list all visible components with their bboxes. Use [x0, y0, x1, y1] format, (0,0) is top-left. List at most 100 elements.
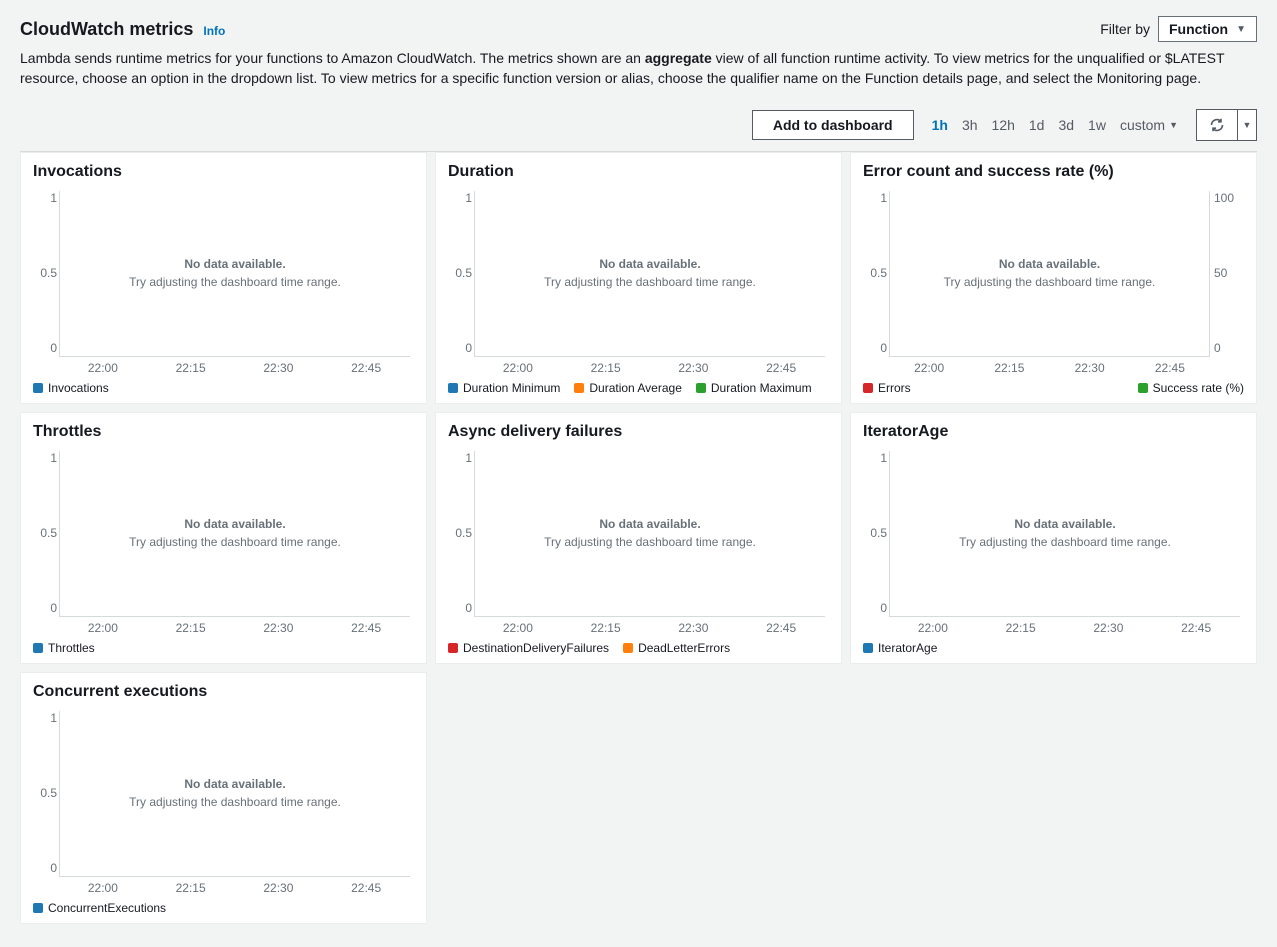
y-tick: 1: [880, 191, 887, 205]
chart-plot: 10.50No data available.Try adjusting the…: [448, 185, 829, 379]
x-tick: 22:00: [918, 621, 948, 635]
chevron-down-icon: ▼: [1169, 120, 1178, 130]
legend-swatch: [33, 643, 43, 653]
chart-title: Throttles: [33, 423, 414, 441]
chart-plot: 10.50100500No data available.Try adjusti…: [863, 185, 1244, 379]
legend-label: Duration Minimum: [463, 381, 560, 395]
chart-plot: 10.50No data available.Try adjusting the…: [33, 185, 414, 379]
no-data-title: No data available.: [599, 517, 700, 531]
legend-swatch: [448, 383, 458, 393]
x-tick: 22:30: [1093, 621, 1123, 635]
time-range-picker: 1h 3h 12h 1d 3d 1w custom▼: [932, 117, 1178, 133]
no-data-title: No data available.: [999, 257, 1100, 271]
x-tick: 22:30: [678, 361, 708, 375]
x-tick: 22:45: [1181, 621, 1211, 635]
filter-by-value: Function: [1169, 21, 1228, 37]
chart-plot: 10.50No data available.Try adjusting the…: [33, 705, 414, 899]
chart-title: IteratorAge: [863, 423, 1244, 441]
refresh-button-group: ▼: [1196, 109, 1257, 141]
time-range-custom[interactable]: custom▼: [1120, 117, 1178, 133]
y-tick: 0.5: [40, 526, 57, 540]
legend-item: Duration Minimum: [448, 381, 560, 395]
chart-plot: 10.50No data available.Try adjusting the…: [33, 445, 414, 639]
chart-card: Invocations 10.50No data available.Try ad…: [20, 152, 427, 404]
chart-card: Concurrent executions 10.50No data availa…: [20, 672, 427, 924]
description-text: Lambda sends runtime metrics for your fu…: [20, 48, 1230, 89]
y-tick: 1: [880, 451, 887, 465]
legend-swatch: [33, 383, 43, 393]
no-data-title: No data available.: [184, 777, 285, 791]
x-tick: 22:30: [263, 881, 293, 895]
filter-by-select[interactable]: Function ▼: [1158, 16, 1257, 42]
filter-by-label: Filter by: [1100, 21, 1150, 37]
no-data-subtitle: Try adjusting the dashboard time range.: [129, 795, 341, 809]
chart-legend: Invocations: [33, 381, 414, 395]
time-range-1d[interactable]: 1d: [1029, 117, 1045, 133]
no-data-subtitle: Try adjusting the dashboard time range.: [544, 275, 756, 289]
x-tick: 22:00: [503, 361, 533, 375]
chart-title: Concurrent executions: [33, 683, 414, 701]
legend-item: Throttles: [33, 641, 95, 655]
x-tick: 22:00: [88, 621, 118, 635]
legend-item: DestinationDeliveryFailures: [448, 641, 609, 655]
no-data-subtitle: Try adjusting the dashboard time range.: [959, 535, 1171, 549]
legend-item: Invocations: [33, 381, 109, 395]
chart-legend: ConcurrentExecutions: [33, 901, 414, 915]
y-tick-right: 0: [1214, 341, 1221, 355]
legend-item: Success rate (%): [1138, 381, 1244, 395]
legend-label: IteratorAge: [878, 641, 937, 655]
legend-swatch: [33, 903, 43, 913]
chart-legend: DestinationDeliveryFailuresDeadLetterErr…: [448, 641, 829, 655]
time-range-1h[interactable]: 1h: [932, 117, 948, 133]
legend-label: Success rate (%): [1153, 381, 1244, 395]
refresh-options-button[interactable]: ▼: [1238, 110, 1256, 140]
no-data-title: No data available.: [184, 517, 285, 531]
no-data-title: No data available.: [1014, 517, 1115, 531]
chart-legend: IteratorAge: [863, 641, 1244, 655]
page-title: CloudWatch metrics: [20, 19, 193, 40]
x-tick: 22:45: [766, 361, 796, 375]
x-tick: 22:30: [263, 361, 293, 375]
legend-label: Duration Average: [589, 381, 682, 395]
legend-swatch: [1138, 383, 1148, 393]
y-tick: 1: [50, 451, 57, 465]
x-tick: 22:45: [1155, 361, 1185, 375]
x-tick: 22:30: [263, 621, 293, 635]
time-range-3d[interactable]: 3d: [1058, 117, 1074, 133]
chart-legend: Throttles: [33, 641, 414, 655]
no-data-subtitle: Try adjusting the dashboard time range.: [544, 535, 756, 549]
x-tick: 22:15: [591, 361, 621, 375]
y-tick-right: 100: [1214, 191, 1234, 205]
no-data-subtitle: Try adjusting the dashboard time range.: [944, 275, 1156, 289]
info-link[interactable]: Info: [203, 24, 225, 38]
y-tick: 1: [50, 191, 57, 205]
y-tick: 0: [465, 601, 472, 615]
y-tick: 1: [465, 191, 472, 205]
legend-label: Invocations: [48, 381, 109, 395]
refresh-button[interactable]: [1197, 110, 1237, 140]
time-range-1w[interactable]: 1w: [1088, 117, 1106, 133]
chart-card: Duration10.50No data available.Try adjus…: [435, 152, 842, 404]
x-tick: 22:00: [503, 621, 533, 635]
chart-plot: 10.50No data available.Try adjusting the…: [448, 445, 829, 639]
y-tick-right: 50: [1214, 266, 1227, 280]
x-tick: 22:15: [1006, 621, 1036, 635]
refresh-icon: [1209, 117, 1225, 133]
time-range-12h[interactable]: 12h: [992, 117, 1015, 133]
legend-label: DestinationDeliveryFailures: [463, 641, 609, 655]
y-tick: 0.5: [870, 526, 887, 540]
y-tick: 0: [465, 341, 472, 355]
no-data-title: No data available.: [599, 257, 700, 271]
chart-title: Invocations: [33, 163, 414, 181]
no-data-subtitle: Try adjusting the dashboard time range.: [129, 275, 341, 289]
legend-swatch: [863, 643, 873, 653]
chart-title: Async delivery failures: [448, 423, 829, 441]
time-range-3h[interactable]: 3h: [962, 117, 978, 133]
x-tick: 22:00: [914, 361, 944, 375]
add-to-dashboard-button[interactable]: Add to dashboard: [752, 110, 914, 140]
x-tick: 22:00: [88, 881, 118, 895]
y-tick: 1: [50, 711, 57, 725]
x-tick: 22:15: [994, 361, 1024, 375]
chart-card: Error count and success rate (%)10.50100…: [850, 152, 1257, 404]
chart-legend: Duration MinimumDuration AverageDuration…: [448, 381, 829, 395]
